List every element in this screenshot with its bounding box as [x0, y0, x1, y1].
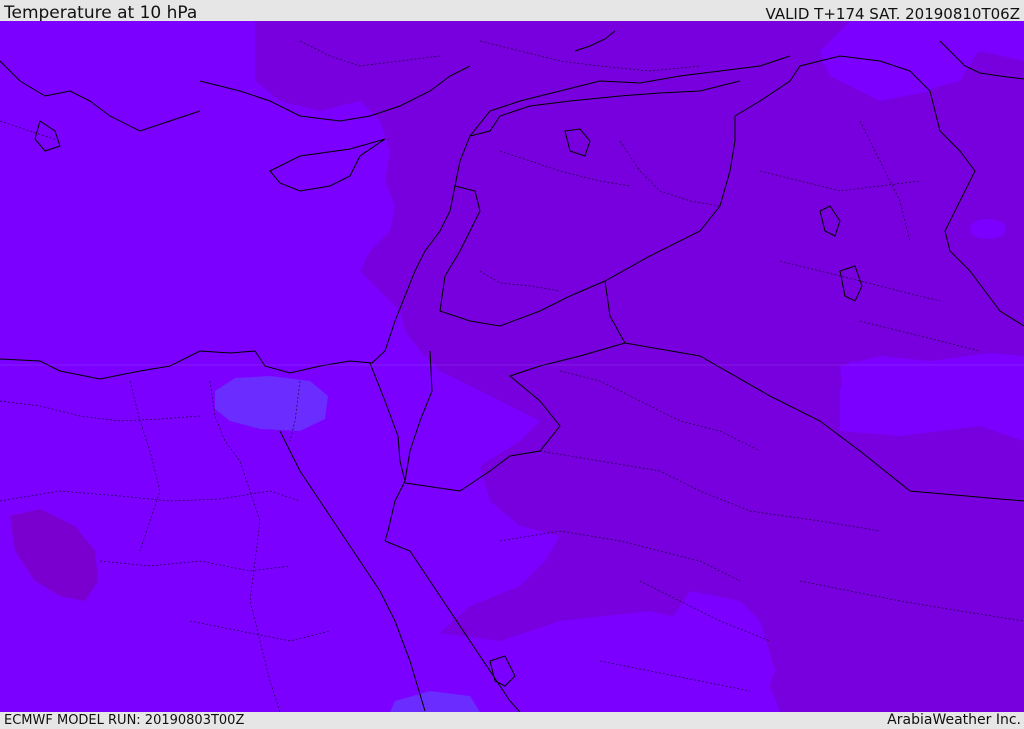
- field-light-spot: [970, 219, 1006, 239]
- footer-bar: ECMWF MODEL RUN: 20190803T00Z ArabiaWeat…: [0, 712, 1024, 729]
- header-bar: Temperature at 10 hPa VALID T+174 SAT. 2…: [0, 0, 1024, 23]
- credit-label: ArabiaWeather Inc.: [887, 712, 1021, 728]
- map-title: Temperature at 10 hPa: [4, 3, 198, 23]
- model-run-label: ECMWF MODEL RUN: 20190803T00Z: [4, 713, 245, 728]
- temperature-map: [0, 21, 1024, 712]
